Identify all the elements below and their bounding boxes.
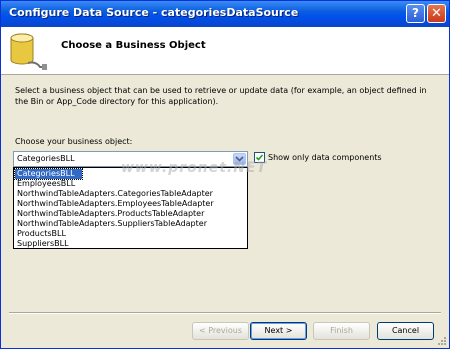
close-button[interactable]: ✕ [427,4,446,23]
business-object-dropdown-list: CategoriesBLL EmployeesBLL NorthwindTabl… [13,167,248,249]
footer-divider [9,312,441,314]
list-item[interactable]: SuppliersBLL [15,239,69,249]
show-only-data-components-label: Show only data components [268,153,382,162]
help-button[interactable]: ? [406,4,425,23]
window-title: Configure Data Source - categoriesDataSo… [9,6,299,19]
watermark: www.pronet.NET [121,160,268,176]
help-icon: ? [412,6,419,20]
wizard-header: Choose a Business Object [1,27,449,75]
list-item[interactable]: NorthwindTableAdapters.SuppliersTableAda… [15,219,207,229]
next-button[interactable]: Next > [250,322,307,340]
list-item[interactable]: EmployeesBLL [15,179,75,189]
list-item[interactable]: NorthwindTableAdapters.EmployeesTableAda… [15,199,214,209]
list-item[interactable]: CategoriesBLL [14,168,83,180]
previous-button[interactable]: < Previous [192,322,249,340]
business-object-selected-value: CategoriesBLL [17,154,75,163]
page-title: Choose a Business Object [61,40,206,51]
business-object-label: Choose your business object: [15,137,133,146]
title-bar[interactable]: Configure Data Source - categoriesDataSo… [1,1,449,27]
finish-button[interactable]: Finish [313,322,370,340]
list-item[interactable]: NorthwindTableAdapters.ProductsTableAdap… [15,209,204,219]
cancel-button[interactable]: Cancel [377,322,434,340]
configure-data-source-dialog: Configure Data Source - categoriesDataSo… [0,0,450,349]
description-text: Select a business object that can be use… [15,86,427,106]
database-icon [10,33,47,70]
close-icon: ✕ [431,6,442,21]
list-item[interactable]: ProductsBLL [15,229,66,239]
list-item[interactable]: NorthwindTableAdapters.CategoriesTableAd… [15,189,213,199]
resize-grip-icon[interactable] [437,336,447,346]
